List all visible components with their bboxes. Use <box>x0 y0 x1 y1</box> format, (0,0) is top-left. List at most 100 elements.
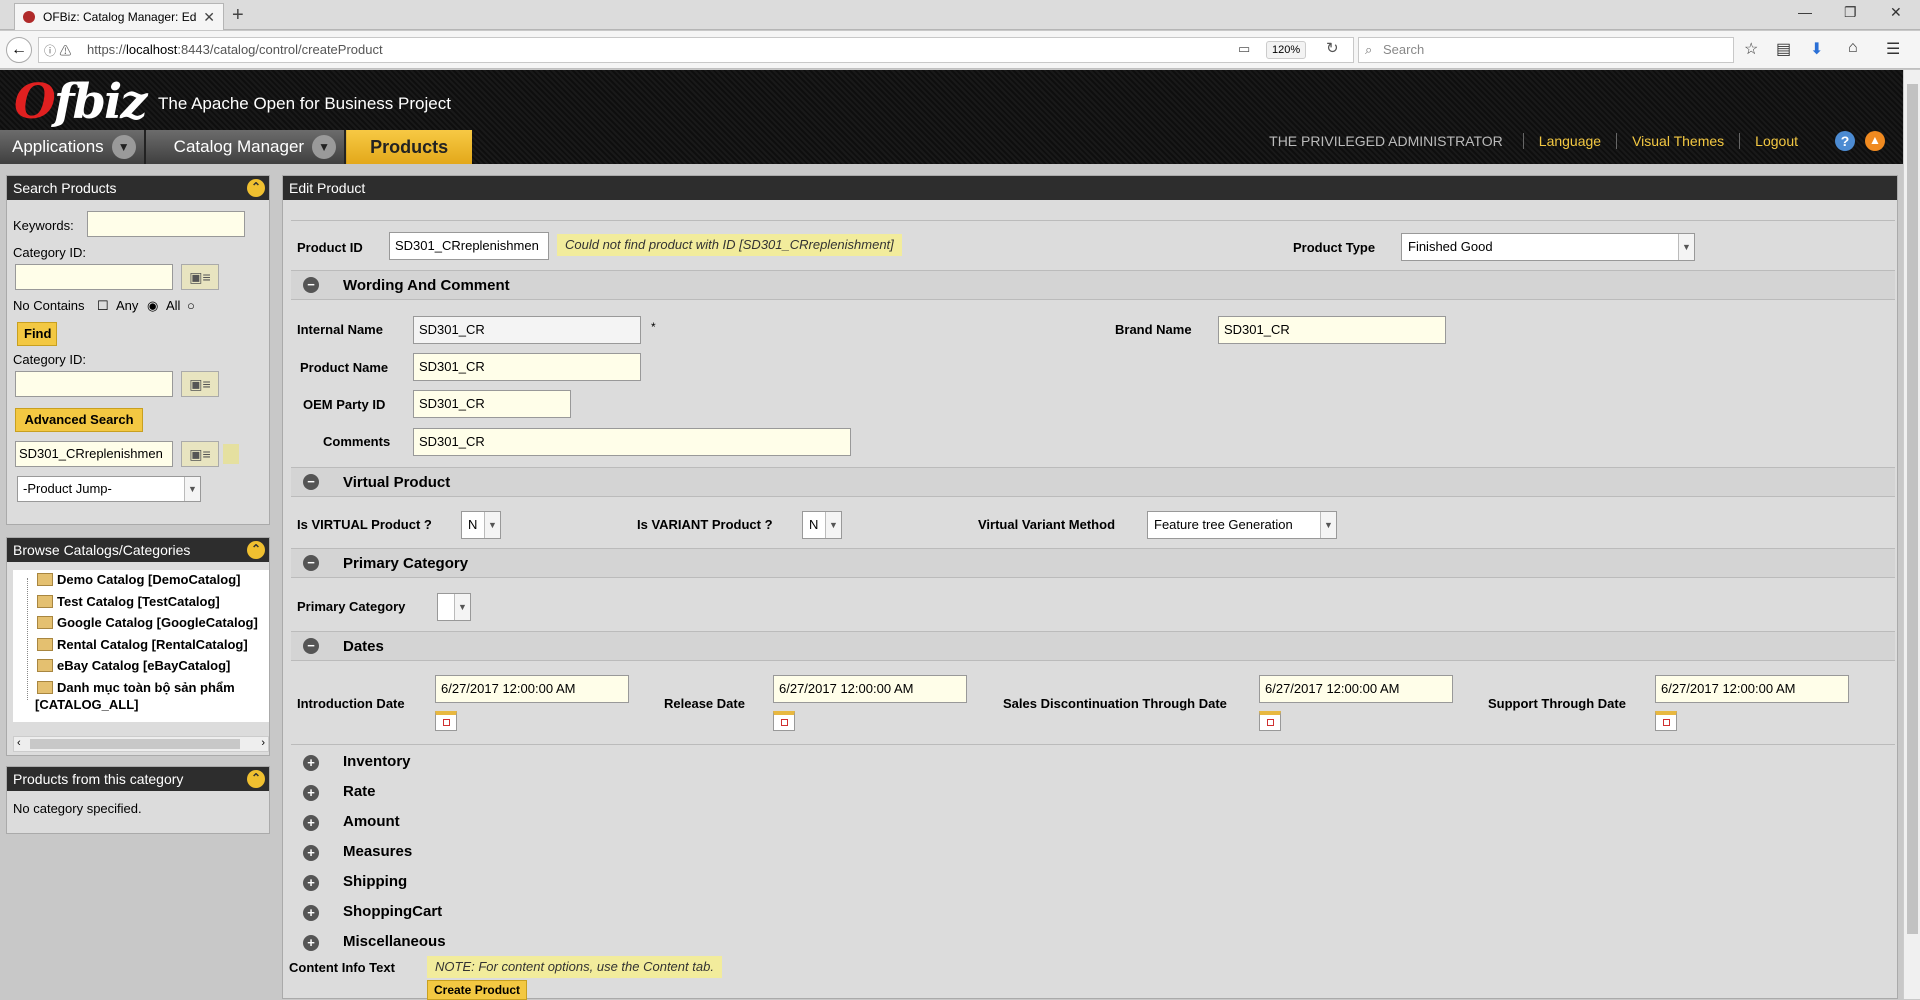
catalog-manager-menu[interactable]: Catalog Manager ▼ <box>145 130 347 164</box>
collapse-section-icon[interactable]: − <box>303 474 319 490</box>
folder-icon <box>37 638 53 651</box>
sales-discontinuation-field[interactable]: 6/27/2017 12:00:00 AM <box>1259 675 1453 703</box>
horizontal-scrollbar[interactable]: ‹ › <box>13 736 269 752</box>
keywords-input[interactable] <box>87 211 245 237</box>
collapse-header-icon[interactable]: ▲ <box>1865 131 1885 151</box>
scroll-right-icon[interactable]: › <box>261 737 265 749</box>
shoppingcart-section-header[interactable]: + ShoppingCart <box>291 902 591 924</box>
primary-category-select[interactable]: ▼ <box>437 593 471 621</box>
site-info-icon[interactable]: ⓘ ⚠ <box>44 42 71 59</box>
is-variant-select[interactable]: N ▼ <box>802 511 842 539</box>
introduction-date-field[interactable]: 6/27/2017 12:00:00 AM <box>435 675 629 703</box>
category-id-input-2[interactable] <box>15 371 173 397</box>
browser-search-input[interactable]: ⌕ Search <box>1358 37 1734 63</box>
comments-field[interactable]: SD301_CR <box>413 428 851 456</box>
calendar-icon[interactable] <box>435 711 457 731</box>
product-lookup-icon[interactable]: ▣≡ <box>181 441 219 467</box>
find-button[interactable]: Find <box>17 322 57 346</box>
collapse-icon[interactable]: ⌃ <box>247 179 265 197</box>
menu-icon[interactable]: ☰ <box>1886 39 1900 59</box>
product-type-select[interactable]: Finished Good ▼ <box>1401 233 1695 261</box>
tree-item-all-id[interactable]: [CATALOG_ALL] <box>35 697 139 712</box>
product-name-label: Product Name <box>300 360 389 375</box>
product-jump-select[interactable]: -Product Jump- ▼ <box>17 476 201 502</box>
wording-section-header[interactable]: − Wording And Comment <box>291 270 1895 300</box>
chevron-down-icon[interactable]: ▼ <box>312 135 337 159</box>
brand-name-field[interactable]: SD301_CR <box>1218 316 1446 344</box>
tab-title: OFBiz: Catalog Manager: Edi <box>43 10 198 24</box>
rate-section-header[interactable]: + Rate <box>291 782 591 804</box>
amount-section-header[interactable]: + Amount <box>291 812 591 834</box>
release-date-field[interactable]: 6/27/2017 12:00:00 AM <box>773 675 967 703</box>
close-tab-icon[interactable]: ✕ <box>203 9 215 26</box>
bookmark-star-icon[interactable]: ☆ <box>1744 39 1758 59</box>
help-icon[interactable]: ? <box>1835 131 1855 151</box>
calendar-icon[interactable] <box>1259 711 1281 731</box>
support-through-field[interactable]: 6/27/2017 12:00:00 AM <box>1655 675 1849 703</box>
minimize-window-icon[interactable]: — <box>1798 4 1812 20</box>
tree-item-rental[interactable]: Rental Catalog [RentalCatalog] <box>57 637 248 652</box>
product-name-field[interactable]: SD301_CR <box>413 353 641 381</box>
applications-menu[interactable]: Applications ▼ <box>0 130 146 164</box>
measures-section-header[interactable]: + Measures <box>291 842 591 864</box>
content-info-label: Content Info Text <box>289 960 395 975</box>
scrollbar-thumb[interactable] <box>30 739 240 749</box>
category-id-input[interactable] <box>15 264 173 290</box>
virtual-variant-method-select[interactable]: Feature tree Generation ▼ <box>1147 511 1337 539</box>
collapse-section-icon[interactable]: − <box>303 638 319 654</box>
chevron-down-icon[interactable]: ▼ <box>111 135 136 159</box>
create-product-button[interactable]: Create Product <box>427 980 528 1000</box>
scroll-left-icon[interactable]: ‹ <box>17 737 21 749</box>
collapse-icon[interactable]: ⌃ <box>247 770 265 788</box>
logout-link[interactable]: Logout <box>1740 133 1813 149</box>
go-icon[interactable] <box>223 444 239 464</box>
internal-name-field[interactable]: SD301_CR <box>413 316 641 344</box>
all-radio[interactable]: ○ <box>187 298 195 313</box>
tree-item-all[interactable]: Danh mục toàn bộ sản phẩm <box>57 680 235 695</box>
inventory-section-header[interactable]: + Inventory <box>291 752 591 774</box>
advanced-search-button[interactable]: Advanced Search <box>15 408 143 432</box>
new-tab-button[interactable]: + <box>232 4 244 27</box>
reader-view-icon[interactable]: ▭ <box>1238 41 1250 57</box>
back-button[interactable]: ← <box>6 37 32 63</box>
category-lookup-icon-2[interactable]: ▣≡ <box>181 371 219 397</box>
primary-category-section-header[interactable]: − Primary Category <box>291 548 1895 578</box>
calendar-icon[interactable] <box>773 711 795 731</box>
home-icon[interactable]: ⌂ <box>1848 39 1858 57</box>
ofbiz-logo[interactable]: Ofbiz <box>14 74 148 130</box>
reload-icon[interactable]: ↻ <box>1326 39 1339 57</box>
download-icon[interactable]: ⬇ <box>1810 39 1823 59</box>
dates-section-header[interactable]: − Dates <box>291 631 1895 661</box>
scrollbar-thumb[interactable] <box>1907 84 1918 934</box>
miscellaneous-section-header[interactable]: + Miscellaneous <box>291 932 591 954</box>
oem-party-field[interactable]: SD301_CR <box>413 390 571 418</box>
no-contains-checkbox[interactable]: ☐ <box>97 298 109 314</box>
visual-themes-link[interactable]: Visual Themes <box>1617 133 1741 149</box>
category-lookup-icon[interactable]: ▣≡ <box>181 264 219 290</box>
library-icon[interactable]: ▤ <box>1776 39 1791 59</box>
product-id-input[interactable]: SD301_CRreplenishmen <box>15 441 173 467</box>
products-tab[interactable]: Products <box>346 130 473 164</box>
url-bar[interactable]: https://localhost:8443/catalog/control/c… <box>38 37 1354 63</box>
any-radio[interactable]: ◉ <box>147 298 158 314</box>
tree-item-ebay[interactable]: eBay Catalog [eBayCatalog] <box>57 658 230 673</box>
restore-window-icon[interactable]: ❐ <box>1844 4 1857 21</box>
tree-item-google[interactable]: Google Catalog [GoogleCatalog] <box>57 615 258 630</box>
tree-item-test[interactable]: Test Catalog [TestCatalog] <box>57 594 220 609</box>
close-window-icon[interactable]: ✕ <box>1890 4 1902 21</box>
browser-tab[interactable]: OFBiz: Catalog Manager: Edi ✕ <box>14 3 224 30</box>
collapse-icon[interactable]: ⌃ <box>247 541 265 559</box>
virtual-section-header[interactable]: − Virtual Product <box>291 467 1895 497</box>
zoom-level[interactable]: 120% <box>1266 41 1307 59</box>
browser-search-placeholder: Search <box>1383 42 1425 57</box>
language-link[interactable]: Language <box>1524 133 1618 149</box>
product-id-field[interactable]: SD301_CRreplenishmen <box>389 232 549 260</box>
is-virtual-select[interactable]: N ▼ <box>461 511 501 539</box>
edit-product-header: Edit Product <box>283 176 1897 200</box>
calendar-icon[interactable] <box>1655 711 1677 731</box>
collapse-section-icon[interactable]: − <box>303 555 319 571</box>
tree-item-demo[interactable]: Demo Catalog [DemoCatalog] <box>57 572 240 587</box>
page-vertical-scrollbar[interactable] <box>1903 70 1920 999</box>
shipping-section-header[interactable]: + Shipping <box>291 872 591 894</box>
collapse-section-icon[interactable]: − <box>303 277 319 293</box>
